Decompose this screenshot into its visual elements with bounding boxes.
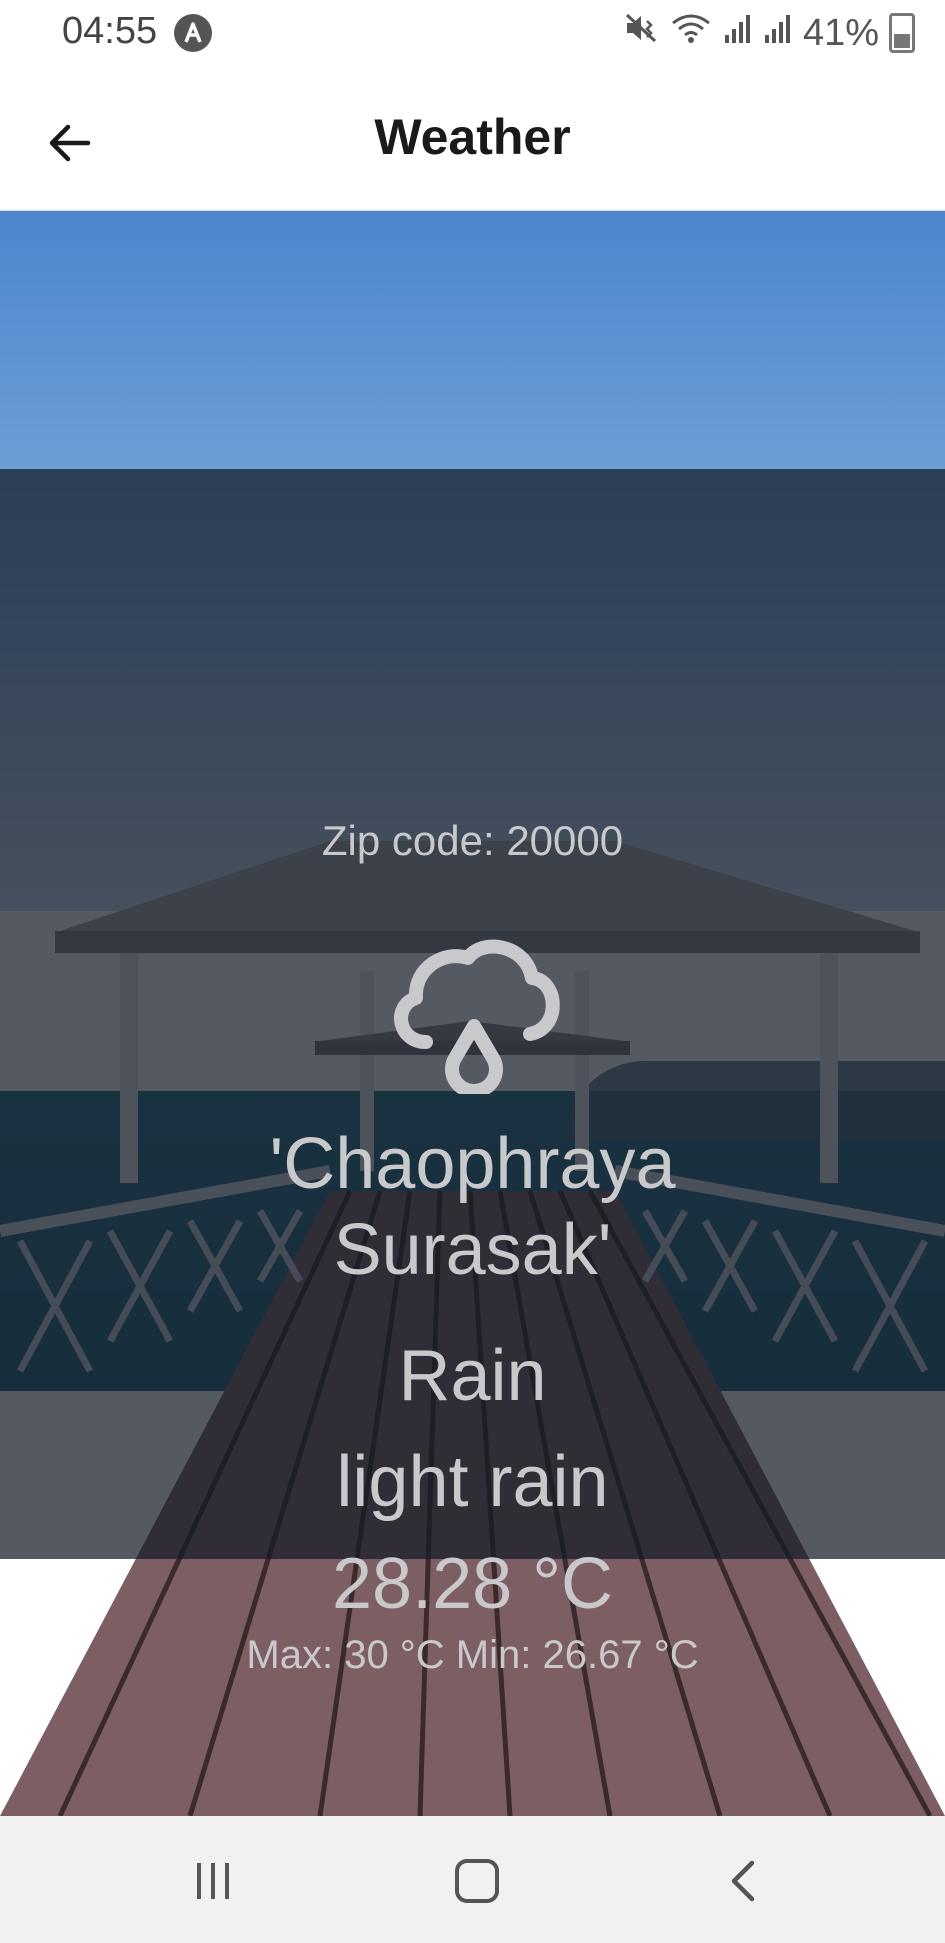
- home-button[interactable]: [447, 1856, 507, 1906]
- battery-percent: 41%: [802, 11, 879, 54]
- recent-apps-icon: [197, 1863, 229, 1899]
- app-bar: Weather: [0, 70, 945, 212]
- mute-vibrate-icon: [623, 11, 659, 55]
- signal-icon: [763, 11, 793, 55]
- weather-info: Zip code: 20000 'Chaophraya Surasak' Rai…: [0, 469, 945, 1677]
- status-bar: 04:55 41%: [0, 0, 945, 70]
- app-notification-icon: [174, 14, 212, 52]
- city-name-line-2: Surasak': [333, 1210, 612, 1290]
- status-time: 04:55: [62, 10, 158, 52]
- temperature: 28.28 °C: [332, 1544, 613, 1624]
- min-max-temperature: Max: 30 °C Min: 26.67 °C: [246, 1633, 699, 1677]
- city-name-line-1: 'Chaophraya: [269, 1124, 676, 1204]
- home-icon: [455, 1859, 499, 1903]
- system-nav-bar: [0, 1816, 945, 1943]
- city-name: 'Chaophraya Surasak': [0, 1121, 945, 1293]
- weather-description: light rain: [336, 1442, 609, 1522]
- zip-code-label: Zip code: 20000: [321, 817, 624, 864]
- back-chevron-icon: [731, 1860, 755, 1902]
- battery-icon: [889, 13, 915, 53]
- wifi-icon: [669, 11, 713, 55]
- recent-apps-button[interactable]: [183, 1856, 243, 1906]
- page-title: Weather: [374, 109, 571, 165]
- weather-screen: Zip code: 20000 'Chaophraya Surasak' Rai…: [0, 211, 945, 1816]
- cloud-rain-icon: [394, 939, 560, 1094]
- system-back-button[interactable]: [712, 1856, 772, 1906]
- status-icons: 41%: [623, 8, 915, 58]
- weather-condition: Rain: [398, 1336, 547, 1416]
- signal-icon: [723, 11, 753, 55]
